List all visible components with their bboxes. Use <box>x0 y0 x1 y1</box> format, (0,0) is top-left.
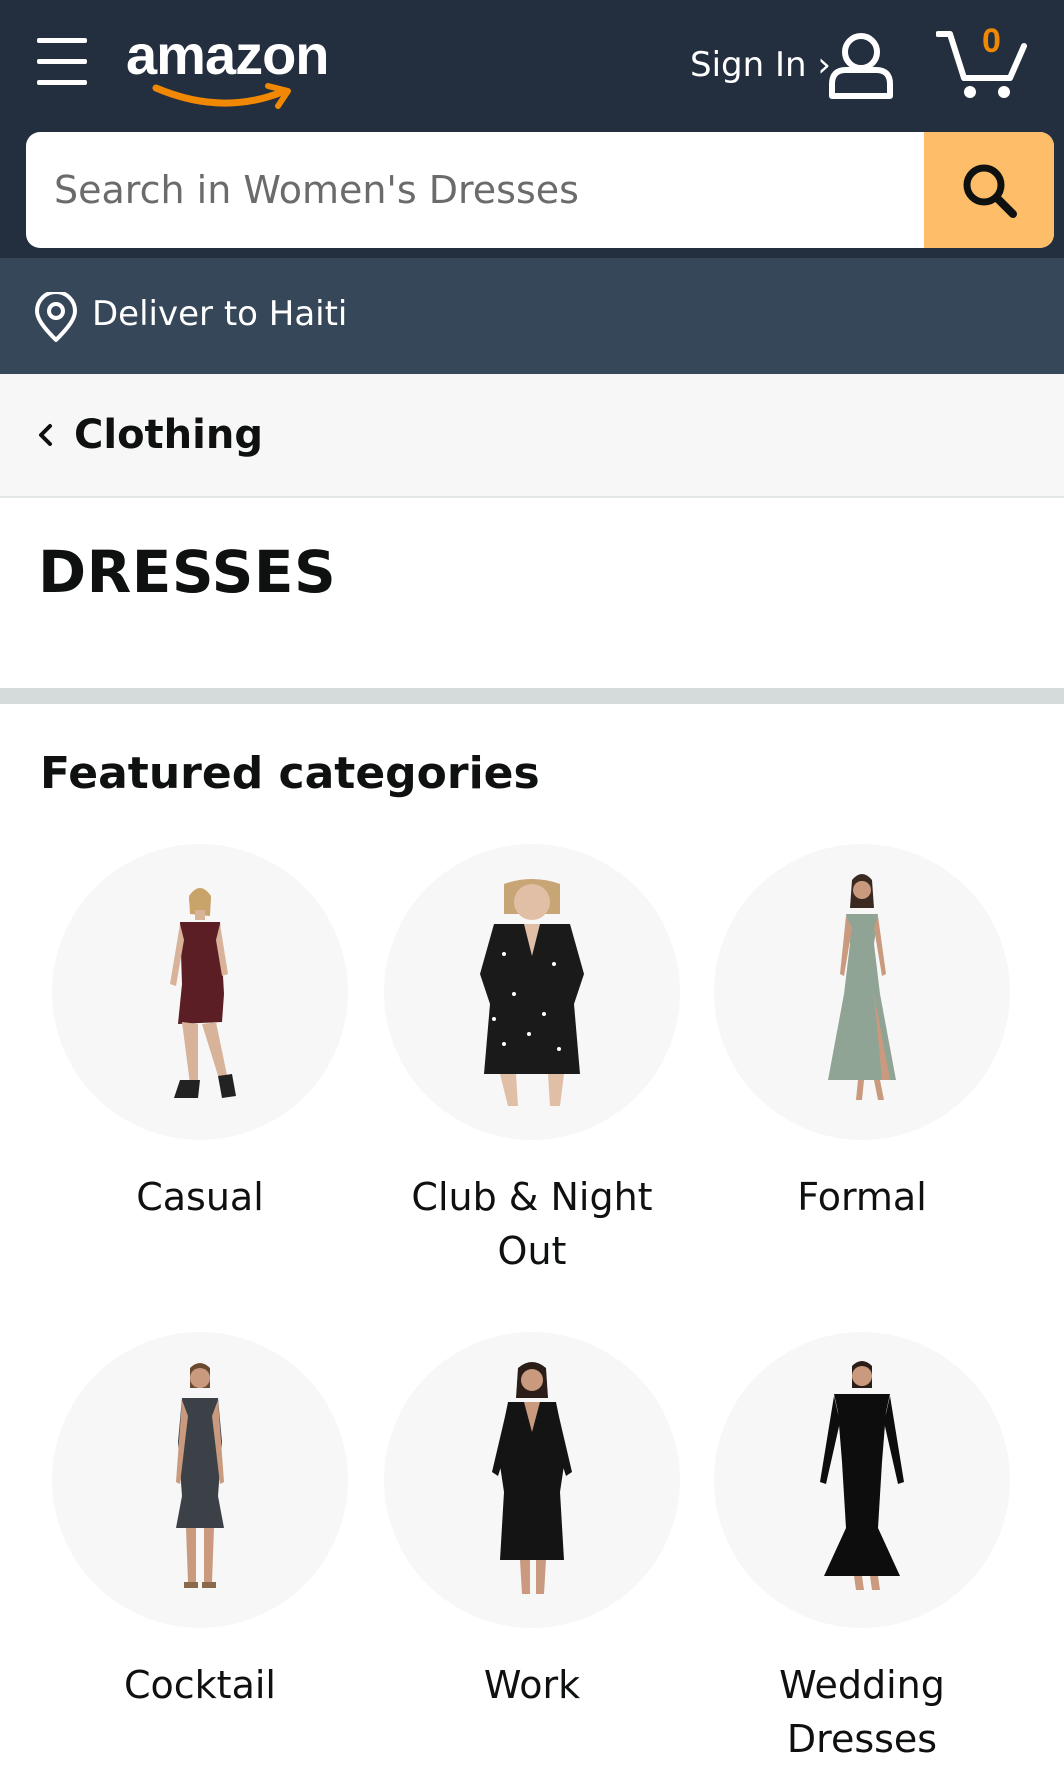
search-bar <box>26 132 1054 248</box>
category-club-night-out[interactable]: Club & Night Out <box>382 844 682 1278</box>
amazon-logo[interactable]: amazon <box>126 22 346 109</box>
cart-button[interactable]: 0 <box>936 22 1032 102</box>
category-image <box>52 844 348 1140</box>
user-account-icon[interactable] <box>826 30 896 100</box>
cart-count-badge: 0 <box>982 22 1001 60</box>
category-image <box>384 844 680 1140</box>
logo-text: amazon <box>126 23 329 86</box>
logo-smile-arrow-icon <box>152 83 291 109</box>
breadcrumb[interactable]: Clothing <box>0 374 1064 498</box>
category-casual[interactable]: Casual <box>50 844 350 1224</box>
breadcrumb-label: Clothing <box>74 412 263 458</box>
wedding-dress-image <box>820 1361 904 1590</box>
category-image <box>714 1332 1010 1628</box>
category-label: Club & Night Out <box>411 1175 653 1273</box>
category-label: Formal <box>797 1175 927 1219</box>
casual-dress-image <box>170 888 236 1098</box>
category-label: Wedding Dresses <box>779 1663 945 1761</box>
category-formal[interactable]: Formal <box>712 844 1012 1224</box>
sign-in-label: Sign In › <box>690 45 831 85</box>
search-button[interactable] <box>924 132 1054 248</box>
category-image <box>714 844 1010 1140</box>
featured-categories-heading: Featured categories <box>40 748 540 799</box>
section-divider <box>0 688 1064 704</box>
cocktail-dress-image <box>176 1363 224 1588</box>
category-label: Casual <box>136 1175 264 1219</box>
category-cocktail[interactable]: Cocktail <box>50 1332 350 1712</box>
category-image <box>384 1332 680 1628</box>
location-pin-icon <box>35 292 77 342</box>
category-label: Cocktail <box>124 1663 276 1707</box>
deliver-to-bar[interactable]: Deliver to Haiti <box>0 258 1064 374</box>
search-icon <box>963 164 1017 218</box>
formal-dress-image <box>828 874 896 1100</box>
category-label: Work <box>483 1663 581 1707</box>
club-dress-image <box>480 879 584 1106</box>
category-image <box>52 1332 348 1628</box>
sign-in-link[interactable]: Sign In › <box>690 40 831 90</box>
category-work[interactable]: Work <box>382 1332 682 1712</box>
search-input[interactable] <box>26 132 926 248</box>
top-nav-bar: amazon Sign In › 0 <box>0 0 1064 258</box>
work-dress-image <box>492 1362 572 1594</box>
chevron-left-icon <box>39 424 52 446</box>
category-wedding-dresses[interactable]: Wedding Dresses <box>712 1332 1012 1766</box>
deliver-to-label: Deliver to Haiti <box>92 294 348 334</box>
page-title: DRESSES <box>38 538 337 606</box>
hamburger-menu-icon[interactable] <box>34 34 90 88</box>
